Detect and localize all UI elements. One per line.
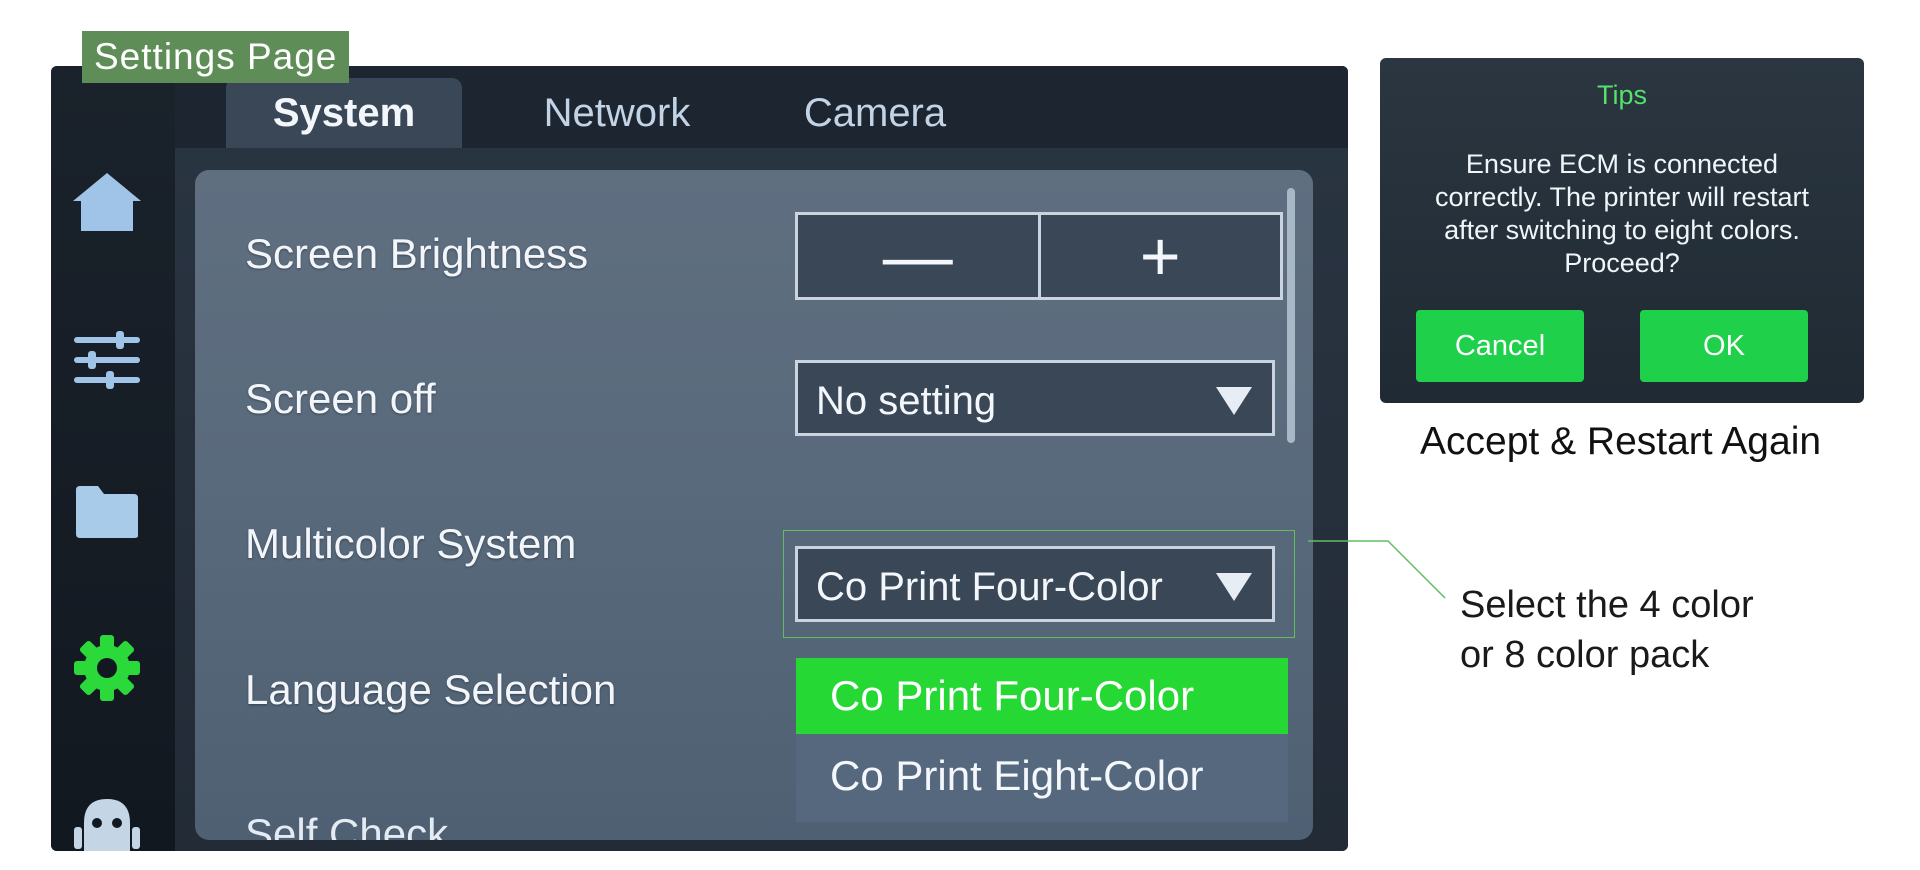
- sliders-icon[interactable]: [63, 316, 151, 404]
- tab-camera[interactable]: Camera: [770, 78, 980, 148]
- screen-off-dropdown[interactable]: No setting: [795, 360, 1275, 436]
- sidebar: [51, 66, 175, 851]
- robot-icon[interactable]: [63, 780, 151, 851]
- tab-network[interactable]: Network: [512, 78, 722, 148]
- option-four-color[interactable]: Co Print Four-Color: [796, 658, 1288, 734]
- printer-screen: System Network Camera Screen Brightness …: [51, 66, 1348, 851]
- ok-button[interactable]: OK: [1640, 310, 1808, 382]
- chevron-down-icon: [1216, 573, 1252, 601]
- screen-brightness-label: Screen Brightness: [245, 230, 589, 277]
- multicolor-options-list: Co Print Four-Color Co Print Eight-Color: [796, 658, 1288, 822]
- cancel-button[interactable]: Cancel: [1416, 310, 1584, 382]
- callout-text: Select the 4 color or 8 color pack: [1460, 584, 1754, 676]
- tips-dialog: Tips Ensure ECM is connected correctly. …: [1380, 58, 1864, 403]
- brightness-stepper: — +: [795, 212, 1283, 300]
- tips-caption: Accept & Restart Again: [1420, 420, 1822, 463]
- multicolor-system-label: Multicolor System: [245, 520, 577, 567]
- option-eight-color[interactable]: Co Print Eight-Color: [796, 738, 1288, 814]
- home-icon[interactable]: [63, 158, 151, 246]
- settings-panel: Screen Brightness — + Screen off No sett…: [195, 170, 1313, 840]
- screen-off-value: No setting: [816, 379, 997, 423]
- multicolor-dropdown[interactable]: Co Print Four-Color: [795, 546, 1275, 622]
- multicolor-value: Co Print Four-Color: [816, 565, 1163, 609]
- tips-title: Tips: [1596, 80, 1647, 110]
- chevron-down-icon: [1216, 387, 1252, 415]
- self-check-label: Self Check: [245, 810, 449, 840]
- language-selection-label: Language Selection: [245, 666, 617, 713]
- folder-icon[interactable]: [63, 468, 151, 556]
- tips-message: Ensure ECM is connected correctly. The p…: [1434, 149, 1810, 278]
- settings-screen: System Network Camera Screen Brightness …: [175, 66, 1348, 851]
- gear-icon[interactable]: [63, 624, 151, 712]
- scrollbar[interactable]: [1287, 188, 1295, 443]
- screen-off-label: Screen off: [245, 375, 436, 422]
- page-title: Settings Page: [82, 31, 350, 83]
- brightness-decrease-button[interactable]: —: [798, 215, 1038, 297]
- tab-system[interactable]: System: [226, 78, 462, 148]
- brightness-increase-button[interactable]: +: [1037, 215, 1281, 297]
- tab-bar: System Network Camera: [175, 66, 1348, 148]
